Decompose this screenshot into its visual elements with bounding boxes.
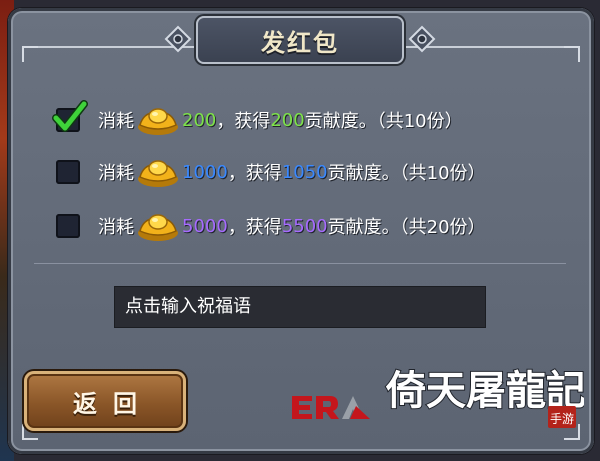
cost-value: 5000 (182, 215, 228, 237)
section-divider (34, 263, 566, 264)
frame-corner (22, 46, 38, 62)
frame-corner (564, 46, 580, 62)
gold-ingot-icon (138, 108, 178, 135)
reward-value: 1050 (281, 161, 328, 183)
reward-separator: ，获得 (227, 163, 282, 184)
packet-option-3[interactable]: 消耗 5000 ，获得 5500 贡献度。（共20份） (56, 207, 486, 245)
gold-ingot-icon (138, 214, 178, 241)
back-button[interactable]: 返回 (24, 371, 186, 431)
reward-suffix: 贡献度。（共10份） (304, 111, 463, 132)
option-checkbox[interactable] (52, 100, 88, 132)
option-checkbox[interactable] (56, 160, 80, 184)
option-checkbox[interactable] (56, 214, 80, 238)
consume-label: 消耗 (98, 217, 134, 238)
era-logo (290, 392, 372, 422)
gold-ingot-icon (138, 160, 178, 187)
svg-text:手游: 手游 (550, 412, 574, 426)
dialog-title: 发红包 (261, 28, 339, 57)
dialog-title-plate: 发红包 (196, 16, 404, 64)
scroll-ornament-icon (164, 25, 192, 53)
cost-value: 1000 (182, 161, 228, 183)
reward-separator: ，获得 (227, 217, 282, 238)
cost-value: 200 (182, 109, 217, 131)
reward-value: 5500 (281, 215, 328, 237)
consume-label: 消耗 (98, 111, 134, 132)
blessing-input[interactable]: 点击输入祝福语 (114, 286, 486, 328)
packet-option-2[interactable]: 消耗 1000 ，获得 1050 贡献度。（共10份） (56, 153, 486, 191)
era-logo-icon (292, 396, 370, 419)
reward-suffix: 贡献度。（共10份） (327, 163, 486, 184)
consume-label: 消耗 (98, 163, 134, 184)
reward-suffix: 贡献度。（共20份） (327, 217, 486, 238)
reward-value: 200 (270, 109, 305, 131)
game-title-logo: 倚天屠龍記 手游 (384, 366, 584, 428)
green-checkmark-icon (52, 100, 88, 132)
packet-option-1[interactable]: 消耗 200 ，获得 200 贡献度。（共10份） (52, 100, 463, 139)
scroll-ornament-icon (408, 25, 436, 53)
reward-separator: ，获得 (216, 111, 271, 132)
